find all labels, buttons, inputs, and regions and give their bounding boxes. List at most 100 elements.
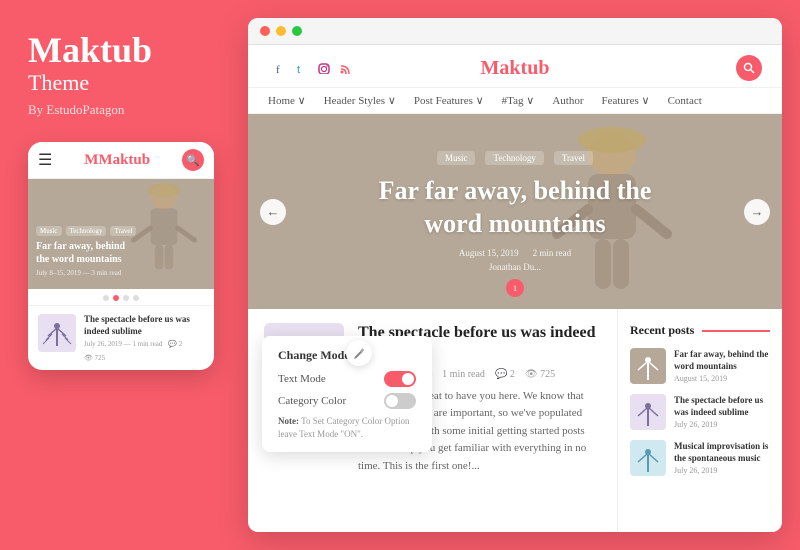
post-comments: 💬 2 xyxy=(495,369,515,380)
nav-tag[interactable]: #Tag ∨ xyxy=(502,94,535,107)
sidebar-post-body-2: The spectacle before us was indeed subli… xyxy=(674,394,770,429)
mobile-card-thumb xyxy=(38,314,76,352)
mobile-dot-4 xyxy=(133,295,139,301)
blog-header:  f t Maktub xyxy=(248,45,782,88)
mobile-tag-music: Music xyxy=(36,226,62,236)
nav-contact[interactable]: Contact xyxy=(668,95,702,107)
brand-title: Maktub xyxy=(28,32,220,68)
mobile-hero-tags: Music Technology Travel xyxy=(36,226,136,236)
blog-content:  f t Maktub Home ∨ Hea xyxy=(248,45,782,532)
hero-tag-tech: Technology xyxy=(485,151,543,165)
browser-minimize-dot[interactable] xyxy=(276,26,286,36)
browser-close-dot[interactable] xyxy=(260,26,270,36)
mobile-dot-2[interactable] xyxy=(113,295,119,301)
mobile-dot-1 xyxy=(103,295,109,301)
sidebar-thumb-3 xyxy=(630,440,666,476)
mobile-logo: MMaktub xyxy=(84,152,150,169)
mobile-card-meta: July 26, 2019 — 1 min read 💬 2 👁 725 xyxy=(84,340,204,362)
mobile-hero-content: Music Technology Travel Far far away, be… xyxy=(36,226,136,277)
mobile-tag-travel: Travel xyxy=(110,226,136,236)
nav-home[interactable]: Home ∨ xyxy=(268,94,306,107)
browser-maximize-dot[interactable] xyxy=(292,26,302,36)
mobile-menu-icon[interactable]: ☰ xyxy=(38,150,52,170)
post-read-time: 1 min read xyxy=(442,369,485,380)
mobile-card-body: The spectacle before us was indeed subli… xyxy=(84,314,204,362)
sidebar-post-body-1: Far far away, behind the word mountains … xyxy=(674,348,770,383)
mobile-hero-meta: July 8–15, 2019 — 3 min read xyxy=(36,269,136,277)
sidebar-post-1: Far far away, behind the word mountains … xyxy=(630,348,770,384)
hero-title: Far far away, behind theword mountains xyxy=(379,175,652,240)
sidebar-section-title: Recent posts xyxy=(630,323,770,338)
svg-text:t: t xyxy=(297,64,300,74)
mobile-hero: Music Technology Travel Far far away, be… xyxy=(28,179,214,289)
mobile-card-title: The spectacle before us was indeed subli… xyxy=(84,314,204,337)
facebook-icon-svg[interactable]: f xyxy=(276,63,289,74)
browser-chrome xyxy=(248,18,782,45)
svg-text:f: f xyxy=(276,64,280,74)
toggle-knob-1 xyxy=(402,373,414,385)
category-color-toggle[interactable] xyxy=(384,393,416,409)
brand-subtitle: Theme xyxy=(28,70,220,96)
sidebar-post-title-3[interactable]: Musical improvisation is the spontaneous… xyxy=(674,440,770,464)
twitter-icon-svg[interactable]: t xyxy=(297,63,310,74)
hero-prev-button[interactable]: ← xyxy=(260,199,286,225)
text-mode-toggle[interactable] xyxy=(384,371,416,387)
right-panel:  f t Maktub Home ∨ Hea xyxy=(248,0,800,550)
hero-next-button[interactable]: → xyxy=(744,199,770,225)
nav-author[interactable]: Author xyxy=(552,95,583,107)
mobile-top-bar: ☰ MMaktub 🔍 xyxy=(28,142,214,179)
mobile-card: The spectacle before us was indeed subli… xyxy=(28,305,214,370)
hero-tags: Music Technology Travel xyxy=(437,151,593,165)
mobile-card-comments: 💬 2 xyxy=(168,340,182,348)
hero-read-time: 2 min read xyxy=(533,248,572,258)
popup-row-2: Category Color xyxy=(278,393,416,409)
blog-logo: Maktub xyxy=(481,57,550,80)
popup-text-mode-label: Text Mode xyxy=(278,373,326,385)
sidebar-divider xyxy=(702,330,770,332)
blog-social:  f t xyxy=(268,60,352,76)
sidebar-thumb-1 xyxy=(630,348,666,384)
popup-category-color-label: Category Color xyxy=(278,395,346,407)
sidebar-post-title-1[interactable]: Far far away, behind the word mountains xyxy=(674,348,770,372)
rss-icon-svg[interactable] xyxy=(339,63,352,74)
sidebar-post-date-3: July 26, 2019 xyxy=(674,466,770,475)
blog-hero: Music Technology Travel Far far away, be… xyxy=(248,114,782,309)
sidebar-post-date-1: August 15, 2019 xyxy=(674,374,770,383)
mobile-search-button[interactable]: 🔍 xyxy=(182,149,204,171)
sidebar-post-3: Musical improvisation is the spontaneous… xyxy=(630,440,770,476)
hero-tag-travel: Travel xyxy=(554,151,593,165)
nav-features[interactable]: Features ∨ xyxy=(601,94,649,107)
post-views: 👁 725 xyxy=(525,369,555,380)
hero-date: August 15, 2019 xyxy=(459,248,519,258)
pencil-button[interactable] xyxy=(346,340,372,366)
pencil-icon xyxy=(353,347,366,360)
hero-indicator: 1 xyxy=(506,279,524,297)
browser-window:  f t Maktub Home ∨ Hea xyxy=(248,18,782,532)
sidebar-post-body-3: Musical improvisation is the spontaneous… xyxy=(674,440,770,475)
sidebar-post-2: The spectacle before us was indeed subli… xyxy=(630,394,770,430)
hero-tag-music: Music xyxy=(437,151,476,165)
mobile-tag-tech: Technology xyxy=(66,226,107,236)
hero-author: Jonathan Du... xyxy=(489,262,541,272)
nav-post-features[interactable]: Post Features ∨ xyxy=(414,94,484,107)
toggle-knob-2 xyxy=(386,395,398,407)
mobile-hero-title: Far far away, behind the word mountains xyxy=(36,240,136,266)
sidebar-thumb-2 xyxy=(630,394,666,430)
mobile-card-date: July 26, 2019 — 1 min read xyxy=(84,340,162,348)
by-line: By EstudoPatagon xyxy=(28,102,220,118)
mobile-card-views: 👁 725 xyxy=(84,354,105,362)
nav-header-styles[interactable]: Header Styles ∨ xyxy=(324,94,396,107)
blog-header-inner:  f t Maktub xyxy=(268,55,762,81)
blog-sidebar: Recent posts xyxy=(617,309,782,532)
left-panel: Maktub Theme By EstudoPatagon ☰ MMaktub … xyxy=(0,0,248,550)
sidebar-post-title-2[interactable]: The spectacle before us was indeed subli… xyxy=(674,394,770,418)
blog-search-button[interactable] xyxy=(736,55,762,81)
mobile-preview: ☰ MMaktub 🔍 Music Technology Travel xyxy=(28,142,214,370)
sidebar-post-date-2: July 26, 2019 xyxy=(674,420,770,429)
popup-note: Note: To Set Category Color Option leave… xyxy=(278,415,416,440)
mobile-dot-3 xyxy=(123,295,129,301)
instagram-icon-svg[interactable] xyxy=(318,63,331,74)
blog-nav: Home ∨ Header Styles ∨ Post Features ∨ #… xyxy=(248,88,782,114)
hero-meta: August 15, 2019 2 min read xyxy=(459,248,571,258)
popup-row-1: Text Mode xyxy=(278,371,416,387)
